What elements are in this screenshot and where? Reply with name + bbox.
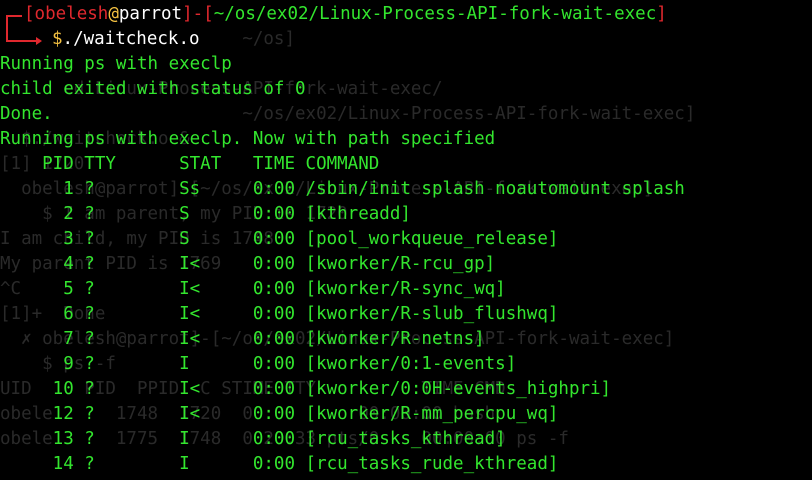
prompt-at: @ [108,4,119,24]
prompt-close-bracket: ] [182,4,193,24]
ps-process-row: 14 ? I 0:00 [rcu_tasks_rude_kthread] [0,454,559,474]
prompt-open-bracket: [ [24,4,35,24]
ps-process-row: 3 ? S 0:00 [pool_workqueue_release] [0,229,559,249]
output-line: child exited with status of 0 [0,79,306,99]
ps-process-row: 9 ? I 0:00 [kworker/0:1-events] [0,354,517,374]
prompt-dash: - [192,4,204,24]
prompt-line: [obelesh@parrot]-[~/os/ex02/Linux-Proces… [0,2,812,27]
output-line: Running ps with execlp. Now with path sp… [0,129,496,149]
prompt-dollar: $ [52,29,63,49]
command-line[interactable]: $./waitcheck.o [0,27,812,52]
command-text: ./waitcheck.o [62,29,200,49]
prompt-host: parrot [118,4,183,24]
ps-process-row: 6 ? I< 0:00 [kworker/R-slub_flushwq] [0,304,559,324]
ps-process-row: 12 ? I< 0:00 [kworker/R-mm_percpu_wq] [0,404,559,424]
prompt-path-open: [ [203,4,214,24]
prompt-user: obelesh [34,4,109,24]
output-line: Done. [0,104,53,124]
ps-header-row: PID TTY STAT TIME COMMAND [0,154,380,174]
terminal-window[interactable]: ~/os] cd Linux-Process-API-fork-wait-exe… [0,2,812,480]
ps-process-row: 10 ? I< 0:00 [kworker/0:0H-events_highpr… [0,379,612,399]
ps-process-row: 13 ? I 0:00 [rcu_tasks_kthread] [0,429,506,449]
prompt-path: ~/os/ex02/Linux-Process-API-fork-wait-ex… [213,4,657,24]
ps-process-row: 5 ? I< 0:00 [kworker/R-sync_wq] [0,279,506,299]
ps-process-row: 7 ? I< 0:00 [kworker/R-netns] [0,329,485,349]
ps-process-row: 1 ? Ss 0:00 /sbin/init splash noautomoun… [0,179,685,199]
ps-process-row: 4 ? I< 0:00 [kworker/R-rcu_gp] [0,254,496,274]
prompt-path-close: ] [656,4,667,24]
terminal-output: [obelesh@parrot]-[~/os/ex02/Linux-Proces… [0,2,812,477]
output-line: Running ps with execlp [0,54,232,74]
ps-process-row: 2 ? S 0:00 [kthreadd] [0,204,411,224]
